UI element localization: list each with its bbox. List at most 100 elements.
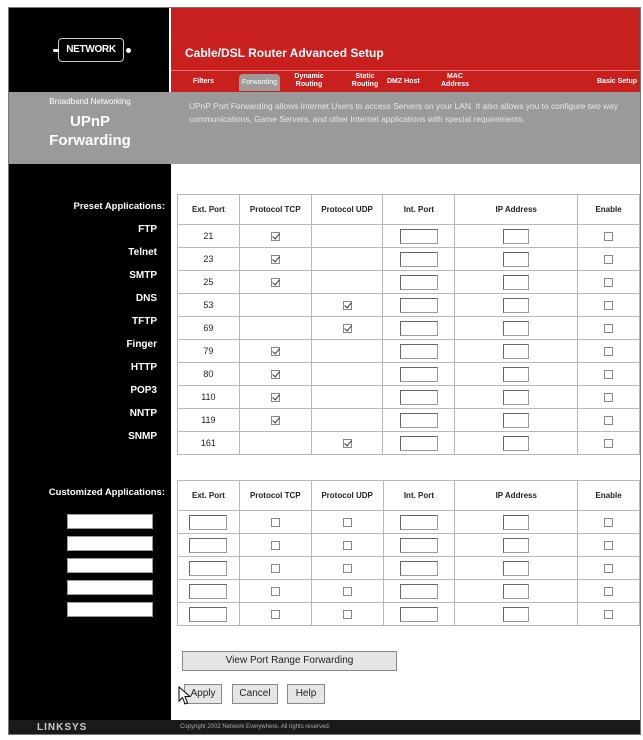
section-header: Broadband Networking UPnP Forwarding xyxy=(9,92,171,164)
tcp-checkbox[interactable] xyxy=(270,541,280,551)
ip-address-input[interactable] xyxy=(503,228,530,244)
ip-address-input[interactable] xyxy=(503,343,530,359)
customized-applications-label: Customized Applications: xyxy=(48,487,165,498)
udp-checkbox[interactable] xyxy=(342,324,352,334)
tcp-checkbox[interactable] xyxy=(270,232,280,242)
enable-checkbox[interactable] xyxy=(604,255,614,265)
udp-checkbox[interactable] xyxy=(342,301,352,311)
enable-checkbox[interactable] xyxy=(604,518,614,528)
int-port-input[interactable] xyxy=(399,320,438,336)
int-port-input[interactable] xyxy=(399,514,438,530)
ip-address-input[interactable] xyxy=(503,366,530,382)
tab-filters[interactable]: Filters xyxy=(193,78,214,86)
int-port-input[interactable] xyxy=(399,366,438,382)
ip-address-input[interactable] xyxy=(503,514,530,530)
enable-checkbox[interactable] xyxy=(604,232,614,242)
ip-address-input[interactable] xyxy=(503,435,530,451)
col-enable: Enable xyxy=(577,480,640,511)
enable-checkbox[interactable] xyxy=(604,370,614,380)
tab-static-routing[interactable]: Static Routing xyxy=(349,73,381,89)
tcp-checkbox[interactable] xyxy=(270,416,280,426)
ext-port-input[interactable] xyxy=(189,583,228,599)
ip-address-input[interactable] xyxy=(503,412,530,428)
tcp-checkbox[interactable] xyxy=(270,610,280,620)
enable-checkbox[interactable] xyxy=(604,439,614,449)
enable-checkbox[interactable] xyxy=(604,324,614,334)
ip-address-input[interactable] xyxy=(503,297,530,313)
tcp-checkbox[interactable] xyxy=(270,255,280,265)
help-button[interactable]: Help xyxy=(287,684,325,704)
int-port-input[interactable] xyxy=(399,583,438,599)
tab-basic-setup[interactable]: Basic Setup xyxy=(597,78,637,86)
enable-checkbox[interactable] xyxy=(604,541,614,551)
tcp-checkbox[interactable] xyxy=(270,518,280,528)
tcp-checkbox[interactable] xyxy=(270,587,280,597)
preset-app-name: NNTP xyxy=(129,408,157,419)
int-port-input[interactable] xyxy=(399,435,438,451)
int-port-input[interactable] xyxy=(399,389,438,405)
table-row xyxy=(177,602,640,626)
int-port-input[interactable] xyxy=(399,274,438,290)
tab-dynamic-routing[interactable]: Dynamic Routing xyxy=(291,73,327,89)
table-row: 110 xyxy=(177,385,640,409)
col-protocol-udp: Protocol UDP xyxy=(310,480,384,511)
tab-mac-address[interactable]: MAC Address xyxy=(439,73,471,89)
int-port-input[interactable] xyxy=(399,537,438,553)
custom-app-name-input[interactable] xyxy=(67,602,153,617)
int-port-input[interactable] xyxy=(399,297,438,313)
tab-dmz-host[interactable]: DMZ Host xyxy=(387,78,420,86)
preset-app-name: Telnet xyxy=(128,247,157,258)
ip-address-input[interactable] xyxy=(503,537,530,553)
ip-address-input[interactable] xyxy=(503,274,530,290)
copyright-text: Copyright 2002 Network Everywhere. All r… xyxy=(180,724,331,730)
enable-checkbox[interactable] xyxy=(604,301,614,311)
int-port-input[interactable] xyxy=(399,228,438,244)
enable-checkbox[interactable] xyxy=(604,347,614,357)
udp-checkbox[interactable] xyxy=(342,587,352,597)
mouse-cursor-icon xyxy=(178,686,192,705)
ext-port-input[interactable] xyxy=(189,537,228,553)
ip-address-input[interactable] xyxy=(503,320,530,336)
enable-checkbox[interactable] xyxy=(604,587,614,597)
enable-checkbox[interactable] xyxy=(604,416,614,426)
tcp-checkbox[interactable] xyxy=(270,393,280,403)
ip-address-input[interactable] xyxy=(503,583,530,599)
ext-port-input[interactable] xyxy=(189,514,228,530)
tcp-checkbox[interactable] xyxy=(270,347,280,357)
int-port-input[interactable] xyxy=(399,606,438,622)
custom-app-name-input[interactable] xyxy=(67,536,153,551)
custom-app-name-input[interactable] xyxy=(67,580,153,595)
enable-checkbox[interactable] xyxy=(604,393,614,403)
enable-checkbox[interactable] xyxy=(604,278,614,288)
ip-address-input[interactable] xyxy=(503,389,530,405)
tcp-checkbox[interactable] xyxy=(270,564,280,574)
col-protocol-udp: Protocol UDP xyxy=(310,194,384,225)
udp-checkbox[interactable] xyxy=(342,518,352,528)
int-port-input[interactable] xyxy=(399,560,438,576)
ip-address-input[interactable] xyxy=(503,606,530,622)
udp-checkbox[interactable] xyxy=(342,610,352,620)
description-area: UPnP Port Forwarding allows Internet Use… xyxy=(171,92,640,164)
tcp-checkbox[interactable] xyxy=(270,370,280,380)
cancel-button[interactable]: Cancel xyxy=(232,684,278,704)
custom-app-name-input[interactable] xyxy=(67,558,153,573)
ip-address-input[interactable] xyxy=(503,560,530,576)
enable-checkbox[interactable] xyxy=(604,564,614,574)
enable-checkbox[interactable] xyxy=(604,610,614,620)
ext-port-value: 119 xyxy=(177,408,240,432)
ip-address-input[interactable] xyxy=(503,251,530,267)
tcp-checkbox[interactable] xyxy=(270,278,280,288)
int-port-input[interactable] xyxy=(399,412,438,428)
int-port-input[interactable] xyxy=(399,343,438,359)
udp-checkbox[interactable] xyxy=(342,564,352,574)
udp-checkbox[interactable] xyxy=(342,541,352,551)
custom-app-name-input[interactable] xyxy=(67,514,153,529)
int-port-input[interactable] xyxy=(399,251,438,267)
ext-port-input[interactable] xyxy=(189,606,228,622)
view-port-range-forwarding-button[interactable]: View Port Range Forwarding xyxy=(182,651,397,671)
col-enable: Enable xyxy=(577,194,640,225)
ext-port-input[interactable] xyxy=(189,560,228,576)
udp-checkbox[interactable] xyxy=(342,439,352,449)
table-header: Ext. Port Protocol TCP Protocol UDP Int.… xyxy=(177,194,640,225)
tab-forwarding[interactable]: Forwarding xyxy=(239,74,281,91)
